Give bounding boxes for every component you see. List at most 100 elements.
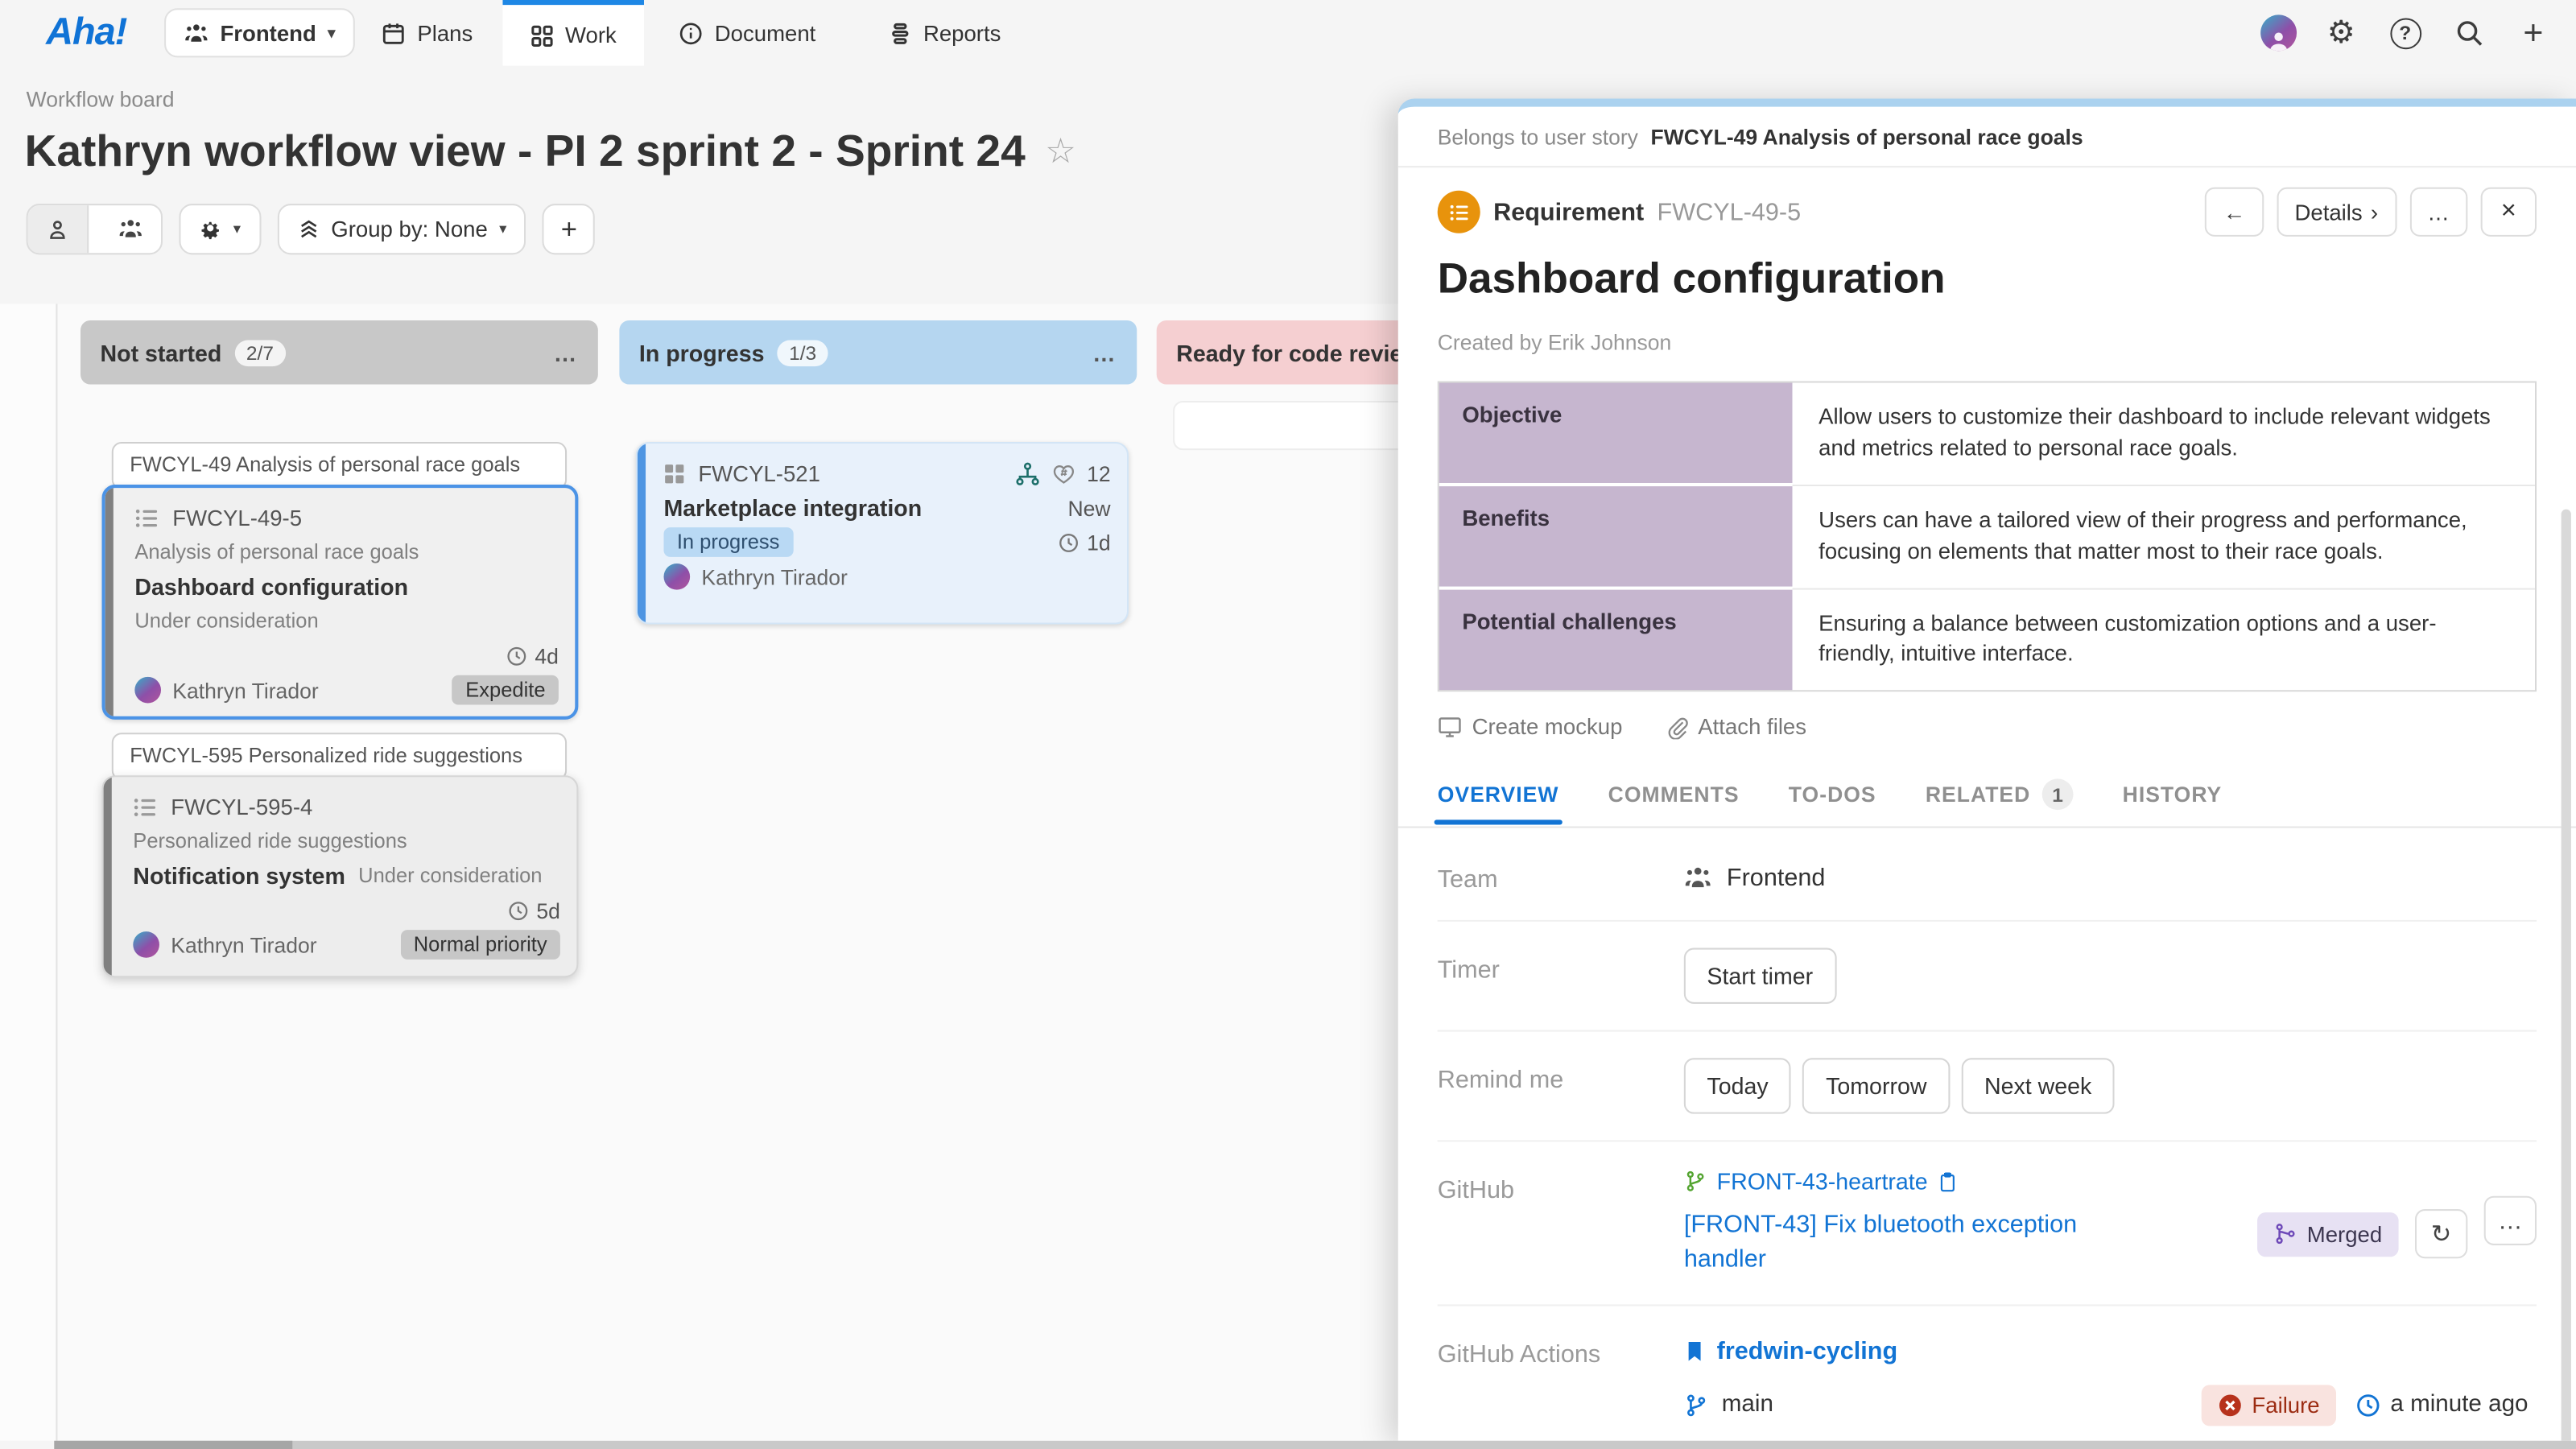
score-value: 12 [1087,460,1111,485]
column-menu-icon[interactable]: … [1092,339,1117,365]
table-value-objective: Allow users to customize their dashboard… [1793,383,2535,486]
column-header-not-started[interactable]: Not started 2/7 … [80,320,598,385]
card-fwcyl-595-4[interactable]: FWCYL-595-4 Personalized ride suggestion… [102,775,579,977]
story-group-header[interactable]: FWCYL-595 Personalized ride suggestions [112,733,567,780]
tab-overview[interactable]: OVERVIEW [1438,782,1559,807]
git-branch-icon [1684,1393,1709,1418]
group-by-dropdown[interactable]: Group by: None ▾ [277,204,526,254]
field-remind-me: Remind me Today Tomorrow Next week [1438,1030,2537,1141]
aha-logo[interactable]: Aha! [46,10,126,54]
attach-files-label: Attach files [1698,715,1806,740]
assignee-name: Kathryn Tirador [701,564,847,589]
card-fwcyl-521[interactable]: FWCYL-521 12 Marketplace integration New [636,442,1129,625]
card-title: Dashboard configuration [134,572,559,601]
remind-tomorrow-button[interactable]: Tomorrow [1803,1059,1951,1114]
plus-glyph: + [561,213,577,246]
details-label: Details [2294,200,2362,225]
record-header-row: Requirement FWCYL-49-5 ← Details › … × [1398,167,2576,237]
table-label-benefits: Benefits [1439,486,1793,589]
start-timer-button[interactable]: Start timer [1684,948,1836,1004]
favorite-star-icon[interactable]: ☆ [1045,131,1075,172]
tab-comments[interactable]: COMMENTS [1608,782,1740,807]
remind-today-button[interactable]: Today [1684,1059,1791,1114]
assignee-avatar [134,677,161,704]
back-button[interactable]: ← [2205,188,2263,237]
feature-grid-icon [663,462,685,484]
assignee-view-toggle[interactable] [27,204,163,254]
clock-icon [1057,531,1079,553]
card-color-bar [638,444,646,622]
card-id: FWCYL-49-5 [172,506,302,530]
pr-merged-badge: Merged [2258,1212,2399,1257]
timer-label: Timer [1438,948,1684,1004]
back-arrow-icon: ← [2223,200,2246,225]
record-type-label: Requirement [1493,198,1644,226]
nav-reports[interactable]: Reports [887,0,1001,66]
info-circle-icon [679,21,704,46]
create-mockup-link[interactable]: Create mockup [1438,715,1623,740]
more-options-button[interactable]: … [2409,188,2467,237]
single-user-view-icon[interactable] [28,205,89,253]
team-people-icon [1684,865,1712,893]
card-status-pill: In progress [663,527,792,557]
story-group-header[interactable]: FWCYL-49 Analysis of personal race goals [112,442,567,489]
record-title[interactable]: Dashboard configuration [1438,253,2537,303]
grid-icon [530,24,554,47]
add-column-button[interactable]: + [543,204,595,254]
tab-todos[interactable]: TO-DOS [1789,782,1876,807]
nav-work[interactable]: Work [502,0,644,66]
scrollbar-thumb[interactable] [54,1441,292,1449]
report-bars-icon [887,21,912,46]
panel-scrollbar[interactable] [2562,510,2571,1441]
settings-gear-icon[interactable]: ⚙ [2322,13,2361,52]
mockup-icon [1438,715,1463,740]
card-title: Notification system [133,862,345,889]
tab-history[interactable]: HISTORY [2123,782,2223,807]
github-branch-link[interactable]: FRONT-43-heartrate [1717,1169,1928,1195]
card-fwcyl-49-5[interactable]: FWCYL-49-5 Analysis of personal race goa… [102,485,579,720]
assignee-avatar [663,564,690,590]
description-table[interactable]: Objective Allow users to customize their… [1438,381,2537,691]
board-settings-button[interactable]: ▾ [179,204,260,254]
search-icon[interactable] [2450,13,2489,52]
backlog-rail[interactable] [0,304,56,1441]
board-horizontal-scrollbar[interactable] [54,1441,2576,1449]
refresh-button[interactable]: ↻ [2415,1210,2467,1259]
tab-related[interactable]: RELATED 1 [1926,779,2074,811]
user-avatar[interactable] [2260,14,2297,51]
calendar-icon [381,21,406,46]
card-age-value: 5d [536,898,560,923]
column-name: Ready for code review [1176,339,1420,365]
card-feature: Personalized ride suggestions [133,827,560,857]
workspace-selector[interactable]: Frontend ▾ [164,8,355,57]
details-button[interactable]: Details › [2277,188,2396,237]
nav-document[interactable]: Document [679,0,815,66]
repo-link[interactable]: fredwin-cycling [1717,1337,1898,1365]
card-status: Under consideration [134,606,559,636]
belongs-breadcrumb: Belongs to user story FWCYL-49 Analysis … [1398,107,2576,168]
help-icon[interactable]: ? [2385,13,2425,52]
field-github: GitHub FRONT-43-heartrate [FRONT-43] Fix… [1438,1141,2537,1304]
team-view-icon[interactable] [100,205,161,253]
remind-next-week-button[interactable]: Next week [1961,1059,2115,1114]
copy-clipboard-icon[interactable] [1938,1171,1959,1193]
requirement-type-icon [1438,191,1480,233]
board-toolbar: ▾ Group by: None ▾ + [27,204,596,254]
column-header-in-progress[interactable]: In progress 1/3 … [619,320,1137,385]
attach-files-link[interactable]: Attach files [1665,715,1806,740]
created-by-text: Created by Erik Johnson [1438,330,2537,355]
close-panel-button[interactable]: × [2481,188,2537,237]
nav-document-label: Document [715,21,816,46]
nav-plans[interactable]: Plans [381,0,473,66]
card-age: 5d [507,898,560,923]
github-pr-link[interactable]: [FRONT-43] Fix bluetooth exception handl… [1684,1210,2131,1278]
github-more-button[interactable]: … [2484,1196,2537,1245]
create-plus-icon[interactable]: + [2513,13,2553,52]
card-age-value: 4d [535,643,559,668]
field-timer: Timer Start timer [1438,921,2537,1031]
belongs-story-link[interactable]: FWCYL-49 Analysis of personal race goals [1651,125,2083,150]
column-menu-icon[interactable]: … [554,339,579,365]
run-branch-name: main [1722,1392,1773,1418]
ellipsis-icon: … [2427,200,2450,225]
team-value[interactable]: Frontend [1684,858,2537,894]
